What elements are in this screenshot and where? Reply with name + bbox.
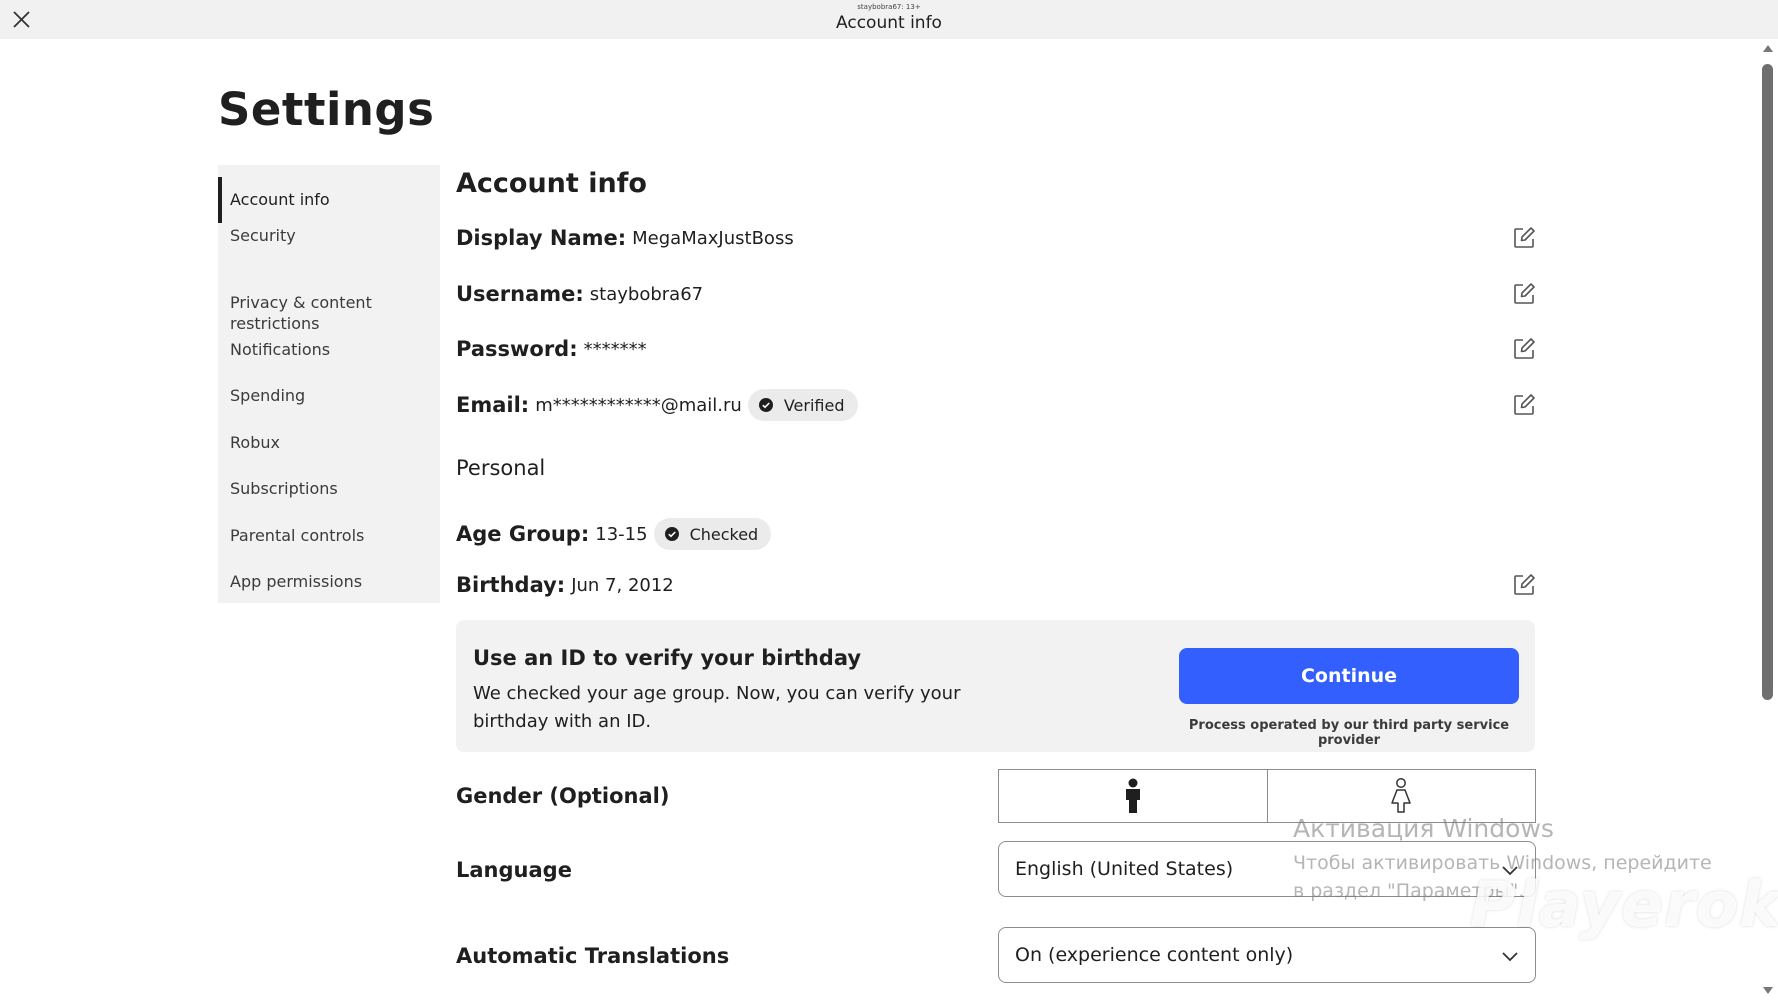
username-row: Username: staybobra67	[456, 276, 1536, 312]
sidebar-item-app-permissions[interactable]: App permissions	[218, 571, 440, 592]
title-bar: staybobra67: 13+ Account info	[0, 0, 1778, 39]
sidebar-item-parental-controls[interactable]: Parental controls	[218, 525, 440, 546]
age-group-label: Age Group:	[456, 522, 590, 546]
language-value: English (United States)	[1015, 858, 1234, 880]
check-circle-icon	[758, 398, 773, 412]
edit-username-icon[interactable]	[1512, 282, 1536, 306]
password-row: Password: *******	[456, 331, 1536, 367]
sidebar-item-label: Privacy & content restrictions	[230, 293, 372, 333]
windows-activation-title: Активация Windows	[1293, 814, 1554, 843]
edit-birthday-icon[interactable]	[1512, 573, 1536, 597]
chevron-down-icon	[1502, 952, 1518, 962]
edit-email-icon[interactable]	[1512, 393, 1536, 417]
sidebar-item-label: Robux	[230, 433, 280, 452]
sidebar-item-label: Spending	[230, 386, 306, 405]
vertical-scrollbar[interactable]	[1758, 39, 1778, 1000]
age-group-value: 13-15	[595, 523, 648, 545]
sidebar-item-robux[interactable]: Robux	[218, 432, 440, 453]
email-row: Email: m************@mail.ru Verified	[456, 387, 1536, 423]
sidebar-item-subscriptions[interactable]: Subscriptions	[218, 478, 440, 499]
display-name-row: Display Name: MegaMaxJustBoss	[456, 220, 1536, 256]
birthday-value: Jun 7, 2012	[571, 574, 674, 596]
email-value: m************@mail.ru	[535, 394, 742, 416]
gender-label: Gender (Optional)	[456, 784, 670, 808]
check-circle-icon	[664, 527, 679, 541]
language-label: Language	[456, 858, 572, 882]
personal-heading: Personal	[456, 456, 546, 480]
window-subtitle: staybobra67: 13+	[857, 3, 921, 11]
edit-password-icon[interactable]	[1512, 337, 1536, 361]
display-name-label: Display Name:	[456, 226, 627, 250]
email-label: Email:	[456, 393, 530, 417]
password-label: Password:	[456, 337, 578, 361]
sidebar-item-label: Account info	[230, 190, 330, 209]
translations-select[interactable]: On (experience content only)	[998, 927, 1536, 983]
password-value: *******	[583, 338, 647, 360]
verify-description: We checked your age group. Now, you can …	[473, 683, 961, 732]
translations-value: On (experience content only)	[1015, 944, 1294, 966]
sidebar-item-label: Subscriptions	[230, 479, 338, 498]
birthday-row: Birthday: Jun 7, 2012	[456, 567, 1536, 603]
age-group-row: Age Group: 13-15 Checked	[456, 516, 1536, 552]
scroll-thumb[interactable]	[1762, 64, 1773, 700]
sidebar-item-spending[interactable]: Spending	[218, 385, 440, 406]
sidebar-item-notifications[interactable]: Notifications	[218, 339, 440, 360]
playerok-watermark: Playerok	[1470, 868, 1778, 941]
scroll-down-arrow-icon[interactable]	[1763, 987, 1773, 994]
verify-title: Use an ID to verify your birthday	[473, 646, 862, 670]
window-title: Account info	[836, 13, 942, 33]
gender-male-option[interactable]	[999, 770, 1267, 822]
sidebar-item-label: Security	[230, 226, 296, 245]
scroll-up-arrow-icon[interactable]	[1763, 45, 1773, 52]
checked-badge: Checked	[653, 518, 772, 550]
provider-note: Process operated by our third party serv…	[1188, 718, 1510, 748]
sidebar-item-label: Notifications	[230, 340, 331, 359]
verified-badge-label: Verified	[783, 395, 845, 415]
sidebar-item-account-info[interactable]: Account info	[218, 177, 440, 223]
sidebar-item-label: Parental controls	[230, 526, 365, 545]
sidebar-item-security[interactable]: Security	[218, 225, 440, 246]
checked-badge-label: Checked	[689, 524, 759, 544]
id-verification-card: Use an ID to verify your birthday We che…	[456, 620, 1535, 752]
settings-sidebar: Account info Security Privacy & content …	[218, 165, 440, 603]
section-title: Account info	[456, 168, 647, 199]
username-value: staybobra67	[589, 283, 704, 305]
display-name-value: MegaMaxJustBoss	[632, 227, 794, 249]
continue-button[interactable]: Continue	[1179, 648, 1519, 704]
username-label: Username:	[456, 282, 584, 306]
sidebar-item-privacy[interactable]: Privacy & content restrictions	[218, 271, 440, 334]
birthday-label: Birthday:	[456, 573, 566, 597]
verified-badge: Verified	[747, 389, 858, 421]
edit-display-name-icon[interactable]	[1512, 226, 1536, 250]
male-icon	[1125, 778, 1140, 813]
translations-label: Automatic Translations	[456, 944, 730, 968]
female-icon	[1391, 778, 1411, 813]
sidebar-item-label: App permissions	[230, 572, 363, 591]
page-title: Settings	[218, 83, 435, 136]
